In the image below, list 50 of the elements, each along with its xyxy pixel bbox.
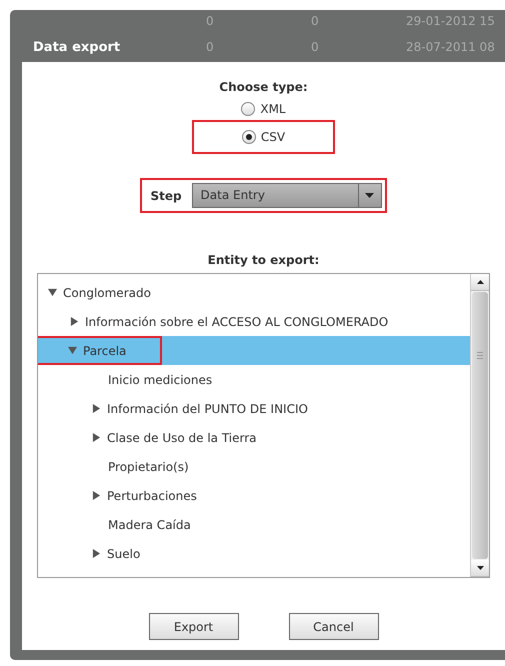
triangle-right-icon[interactable] bbox=[92, 433, 101, 442]
background-table-cell-text: 0 bbox=[311, 14, 320, 28]
step-label: Step bbox=[150, 188, 182, 202]
triangle-down-icon[interactable] bbox=[68, 346, 77, 355]
triangle-right-icon[interactable] bbox=[92, 491, 101, 500]
tree-row[interactable]: Conglomerado bbox=[38, 278, 470, 307]
tree-item-label: Clase de Uso de la Tierra bbox=[107, 430, 257, 444]
background-table-cell-text: 29-01-2012 15 bbox=[406, 14, 496, 28]
tree-item-label: Información del PUNTO DE INICIO bbox=[107, 402, 308, 416]
background-table-cell-text: 0 bbox=[206, 14, 215, 28]
triangle-right-icon[interactable] bbox=[92, 404, 101, 413]
triangle-down-icon[interactable] bbox=[48, 288, 57, 297]
tree-item-label: Suelo bbox=[107, 546, 140, 560]
choose-type-label: Choose type: bbox=[219, 80, 308, 94]
tree-item-label: Información sobre el ACCESO AL CONGLOMERADO bbox=[85, 314, 388, 328]
caret-icon bbox=[365, 193, 374, 198]
tree-item-label: Madera Caída bbox=[108, 518, 191, 532]
tree-row[interactable]: Clase de Uso de la Tierra bbox=[38, 423, 470, 452]
scroll-down-icon[interactable] bbox=[476, 566, 484, 570]
tree-row[interactable]: Suelo bbox=[38, 539, 470, 568]
tree-row[interactable]: Propietario(s) bbox=[38, 452, 470, 481]
entity-label: Entity to export: bbox=[208, 253, 320, 267]
radio-button[interactable] bbox=[242, 130, 256, 144]
radio-button[interactable] bbox=[241, 102, 256, 116]
grip-icon bbox=[477, 352, 483, 359]
tree-row[interactable]: Información del PUNTO DE INICIO bbox=[38, 394, 470, 423]
background-table-cell-text: 0 bbox=[311, 40, 320, 54]
background-table-cell-text: 0 bbox=[206, 40, 215, 54]
triangle-right-icon[interactable] bbox=[70, 317, 79, 326]
tree-item-label: Inicio mediciones bbox=[108, 372, 212, 386]
radio-label: CSV bbox=[260, 130, 286, 144]
export-button[interactable]: Export bbox=[148, 613, 238, 640]
tree-row[interactable]: Perturbaciones bbox=[38, 481, 470, 510]
scroll-up-icon[interactable] bbox=[476, 280, 484, 284]
tree-item-label: Parcela bbox=[83, 344, 126, 358]
window-title: Data export bbox=[33, 40, 122, 54]
tree-row[interactable]: Madera Caída bbox=[38, 510, 470, 539]
radio-label: XML bbox=[260, 102, 286, 116]
triangle-right-icon[interactable] bbox=[92, 549, 101, 558]
tree-row[interactable]: Información sobre el ACCESO AL CONGLOMERADO bbox=[38, 307, 470, 336]
scrollbar[interactable] bbox=[470, 274, 489, 577]
tree-item-label: Conglomerado bbox=[63, 286, 151, 300]
tree-item-label: Propietario(s) bbox=[108, 460, 189, 474]
tree-row[interactable]: Inicio mediciones bbox=[38, 365, 470, 394]
tree-row[interactable]: Parcela bbox=[38, 336, 470, 365]
cancel-button[interactable]: Cancel bbox=[288, 613, 378, 640]
tree-item-label: Perturbaciones bbox=[107, 488, 197, 502]
step-dropdown[interactable]: Data Entry bbox=[192, 183, 382, 208]
scrollbar-thumb[interactable] bbox=[472, 292, 488, 559]
background-table-cell-text: 28-07-2011 08 bbox=[406, 40, 496, 54]
